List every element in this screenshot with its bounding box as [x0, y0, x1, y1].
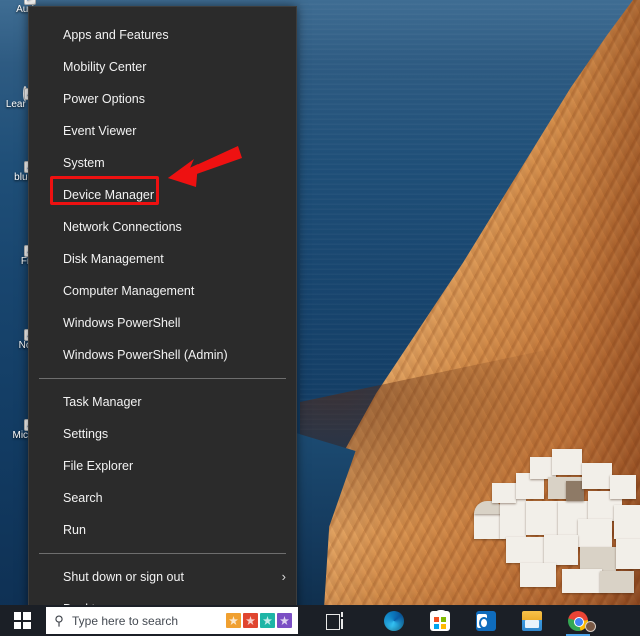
menu-item-label: Power Options: [63, 92, 145, 106]
menu-item-label: Disk Management: [63, 252, 164, 266]
windows-logo-icon: [13, 612, 31, 629]
menu-item-mobility-center[interactable]: Mobility Center: [29, 51, 296, 83]
menu-separator: [39, 553, 286, 554]
menu-item-run[interactable]: Run: [29, 514, 296, 546]
menu-item-label: Event Viewer: [63, 124, 137, 138]
search-input[interactable]: ⚲ Type here to search: [46, 607, 298, 634]
menu-item-label: Computer Management: [63, 284, 195, 298]
menu-item-system[interactable]: System: [29, 147, 296, 179]
menu-item-label: Windows PowerShell: [63, 316, 181, 330]
task-view-icon: [326, 611, 346, 631]
start-button[interactable]: [0, 605, 44, 636]
microsoft-store-icon: [430, 609, 450, 631]
menu-item-device-manager[interactable]: Device Manager: [29, 179, 296, 211]
menu-separator: [39, 378, 286, 379]
menu-item-label: Network Connections: [63, 220, 182, 234]
menu-item-label: Settings: [63, 427, 109, 441]
search-placeholder: Type here to search: [72, 613, 179, 628]
shortcut-arrow-icon: [24, 0, 36, 5]
menu-item-task-manager[interactable]: Task Manager: [29, 386, 296, 418]
menu-item-label: Search: [63, 491, 103, 505]
menu-item-power-options[interactable]: Power Options: [29, 83, 296, 115]
menu-item-label: Shut down or sign out: [63, 570, 184, 584]
file-explorer-icon: [522, 610, 542, 631]
menu-item-shut-down-or-sign-out[interactable]: Shut down or sign out ›: [29, 561, 296, 593]
learn-this-icon: [23, 86, 36, 101]
menu-item-label: Windows PowerShell (Admin): [63, 348, 228, 362]
menu-item-search[interactable]: Search: [29, 482, 296, 514]
menu-item-label: File Explorer: [63, 459, 134, 473]
taskbar-button-file-explorer[interactable]: [512, 605, 552, 636]
menu-item-windows-powershell-admin[interactable]: Windows PowerShell (Admin): [29, 339, 296, 371]
menu-item-label: Mobility Center: [63, 60, 147, 74]
menu-item-label: Apps and Features: [63, 28, 169, 42]
menu-item-disk-management[interactable]: Disk Management: [29, 243, 296, 275]
taskbar-button-outlook[interactable]: [466, 605, 506, 636]
menu-item-label: Device Manager: [63, 188, 155, 202]
menu-item-label: System: [63, 156, 105, 170]
taskbar-button-chrome[interactable]: [558, 605, 598, 636]
taskbar-button-edge[interactable]: [374, 605, 414, 636]
menu-item-computer-management[interactable]: Computer Management: [29, 275, 296, 307]
menu-item-windows-powershell[interactable]: Windows PowerShell: [29, 307, 296, 339]
menu-item-event-viewer[interactable]: Event Viewer: [29, 115, 296, 147]
menu-item-network-connections[interactable]: Network Connections: [29, 211, 296, 243]
menu-item-apps-and-features[interactable]: Apps and Features: [29, 19, 296, 51]
chevron-right-icon: ›: [281, 569, 286, 584]
task-view-button[interactable]: [316, 605, 356, 636]
search-icon: ⚲: [54, 612, 64, 628]
microsoft-edge-icon: [384, 610, 404, 631]
taskbar-button-store[interactable]: [420, 605, 460, 636]
menu-item-file-explorer[interactable]: File Explorer: [29, 450, 296, 482]
menu-item-label: Task Manager: [63, 395, 142, 409]
taskbar[interactable]: ⚲ Type here to search: [0, 605, 640, 636]
papel-picado-decoration: [226, 613, 298, 628]
menu-item-settings[interactable]: Settings: [29, 418, 296, 450]
avatar: [585, 621, 596, 632]
menu-item-label: Run: [63, 523, 86, 537]
outlook-icon: [476, 610, 496, 631]
white-village: [470, 449, 640, 615]
power-user-menu[interactable]: Apps and Features Mobility Center Power …: [28, 6, 297, 616]
